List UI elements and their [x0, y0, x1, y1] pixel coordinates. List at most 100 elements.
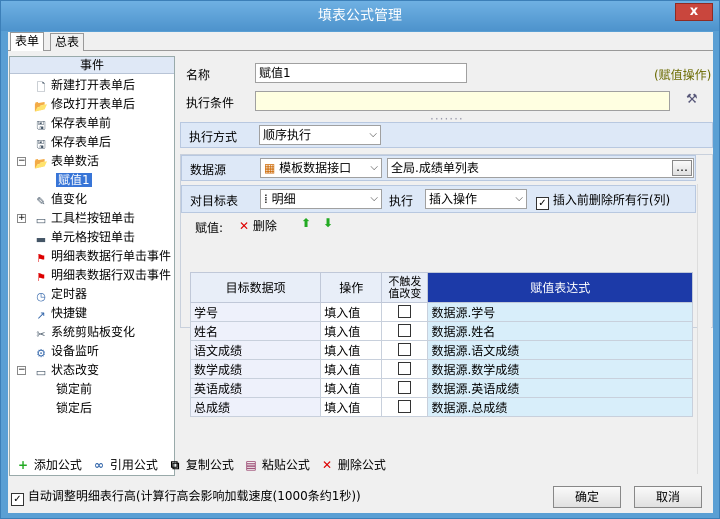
source-path-input[interactable]: 全局.成绩单列表 — [387, 158, 694, 178]
target-item-cell[interactable]: 语文成绩 — [189, 340, 322, 360]
target-item-cell[interactable]: 总成绩 — [189, 397, 322, 417]
tree-expander[interactable]: + — [17, 214, 26, 223]
expression-cell[interactable]: 数据源.总成绩 — [427, 397, 693, 417]
table-row[interactable]: 姓名 填入值 数据源.姓名 — [189, 321, 693, 341]
tree-expander[interactable]: − — [17, 366, 26, 375]
no-trigger-cell[interactable] — [381, 321, 429, 341]
close-button[interactable]: x — [675, 3, 713, 21]
checkbox[interactable] — [398, 343, 412, 356]
checkbox[interactable] — [398, 400, 412, 413]
table-row[interactable]: 英语成绩 填入值 数据源.英语成绩 — [189, 378, 693, 398]
type-hint: (赋值操作) — [654, 68, 712, 82]
table-row[interactable]: 语文成绩 填入值 数据源.语文成绩 — [189, 340, 693, 360]
paste-icon: ▤ — [245, 458, 257, 472]
device-icon: ⚙ — [36, 347, 46, 360]
move-up-icon[interactable]: ⬆ — [301, 216, 311, 230]
checkbox[interactable] — [398, 305, 412, 318]
operation-cell[interactable]: 填入值 — [320, 378, 383, 398]
folder-open-icon: 📂 — [34, 100, 48, 113]
col-target-item: 目标数据项 — [189, 272, 322, 303]
operation-cell[interactable]: 填入值 — [320, 321, 383, 341]
expression-cell[interactable]: 数据源.英语成绩 — [427, 378, 693, 398]
tree-node[interactable]: ◷ 定时器 — [34, 285, 87, 303]
target-select[interactable]: ⁞ 明细 ⌵ — [260, 189, 382, 209]
condition-input[interactable] — [255, 91, 670, 111]
delete-formula-button[interactable]: ✕ 删除公式 — [320, 456, 386, 473]
tree-node-label: 锁定后 — [56, 401, 93, 415]
paste-formula-button[interactable]: ▤ 粘贴公式 — [244, 456, 310, 473]
tree-node[interactable]: 🗋 新建打开表单后 — [34, 76, 135, 94]
delete-row-button[interactable]: ✕ 删除 — [239, 217, 277, 234]
target-item-cell[interactable]: 英语成绩 — [189, 378, 322, 398]
tree-node[interactable]: ✂ 系统剪贴板变化 — [34, 323, 135, 341]
operation-cell[interactable]: 填入值 — [320, 397, 383, 417]
tree-node[interactable]: ↗ 快捷键 — [34, 304, 87, 322]
formula-panel: 名称 赋值1 (赋值操作) 执行条件 ⚒ ······· 执行方式 顺序执行 ⌵ … — [178, 56, 713, 476]
tree-node[interactable]: 锁定前 — [56, 380, 92, 398]
operation-cell[interactable]: 填入值 — [320, 359, 383, 379]
expression-cell[interactable]: 数据源.姓名 — [427, 321, 693, 341]
tree-node[interactable]: 赋值1 — [56, 171, 92, 189]
expression-cell[interactable]: 数据源.数学成绩 — [427, 359, 693, 379]
no-trigger-cell[interactable] — [381, 340, 429, 360]
source-select[interactable]: ▦ 模板数据接口 ⌵ — [260, 158, 382, 178]
exec-mode-select[interactable]: 顺序执行 ⌵ — [259, 125, 381, 145]
tab-summary[interactable]: 总表 — [50, 33, 85, 51]
no-trigger-cell[interactable] — [381, 359, 429, 379]
operation-cell[interactable]: 填入值 — [320, 302, 383, 322]
shortcut-icon: ↗ — [36, 309, 46, 322]
table-row[interactable]: 学号 填入值 数据源.学号 — [189, 302, 693, 322]
checkbox[interactable] — [398, 324, 412, 337]
add-formula-button[interactable]: + 添加公式 — [16, 456, 82, 473]
vertical-scrollbar[interactable] — [697, 184, 711, 474]
auto-height-checkbox[interactable]: ✓ 自动调整明细表行高(计算行高会影响加载速度(1000条约1秒)) — [11, 487, 361, 506]
data-interface-icon: ▦ — [264, 161, 276, 175]
chevron-down-icon: ⌵ — [370, 162, 378, 173]
target-item-cell[interactable]: 数学成绩 — [189, 359, 322, 379]
target-item-cell[interactable]: 学号 — [189, 302, 322, 322]
tree-node[interactable]: ⚑ 明细表数据行双击事件 — [34, 266, 171, 284]
tab-form[interactable]: 表单 — [10, 32, 45, 51]
magic-wand-icon[interactable]: ⚒ — [686, 92, 698, 107]
tree-node[interactable]: ✎ 值变化 — [34, 190, 87, 208]
condition-label: 执行条件 — [186, 96, 235, 110]
tree-node[interactable]: 锁定后 — [56, 399, 92, 417]
tree-node[interactable]: ▭ 状态改变 — [34, 361, 99, 379]
checkbox[interactable] — [398, 381, 412, 394]
clear-rows-checkbox[interactable]: ✓ 插入前删除所有行(列) — [536, 191, 670, 210]
ref-formula-button[interactable]: ∞ 引用公式 — [92, 456, 158, 473]
browse-button[interactable]: … — [672, 160, 692, 176]
tree-node[interactable]: ▬ 单元格按钮单击 — [34, 228, 135, 246]
save-doc-icon: 🖫 — [36, 119, 46, 132]
save-doc-icon: 🖫 — [36, 138, 46, 151]
tree-node[interactable]: ⚑ 明细表数据行单击事件 — [34, 247, 171, 265]
tree-node[interactable]: ▭ 工具栏按钮单击 — [34, 209, 135, 227]
tree-node-label: 设备监听 — [51, 344, 100, 358]
exec-select[interactable]: 插入操作 ⌵ — [425, 189, 527, 209]
no-trigger-cell[interactable] — [381, 397, 429, 417]
ok-button[interactable]: 确定 — [553, 486, 621, 508]
table-row[interactable]: 数学成绩 填入值 数据源.数学成绩 — [189, 359, 693, 379]
expression-cell[interactable]: 数据源.学号 — [427, 302, 693, 322]
checkbox[interactable] — [398, 362, 412, 375]
expression-cell[interactable]: 数据源.语文成绩 — [427, 340, 693, 360]
no-trigger-cell[interactable] — [381, 378, 429, 398]
auto-height-label: 自动调整明细表行高(计算行高会影响加载速度(1000条约1秒)) — [27, 489, 361, 503]
table-row[interactable]: 总成绩 填入值 数据源.总成绩 — [189, 397, 693, 417]
tree-node[interactable]: 📂 表单数活 — [34, 152, 99, 170]
operation-cell[interactable]: 填入值 — [320, 340, 383, 360]
name-input[interactable]: 赋值1 — [255, 63, 467, 83]
source-label: 数据源 — [190, 163, 227, 177]
tree-header: 事件 — [10, 57, 174, 74]
tree-node[interactable]: ⚙ 设备监听 — [34, 342, 99, 360]
tree-node[interactable]: 📂 修改打开表单后 — [34, 95, 135, 113]
tree-node[interactable]: 🖫 保存表单前 — [34, 114, 111, 132]
tree-expander[interactable]: − — [17, 157, 26, 166]
no-trigger-cell[interactable] — [381, 302, 429, 322]
tree-node-label: 保存表单前 — [51, 116, 112, 130]
cancel-button[interactable]: 取消 — [634, 486, 702, 508]
move-down-icon[interactable]: ⬇ — [323, 216, 333, 230]
tree-node[interactable]: 🖫 保存表单后 — [34, 133, 111, 151]
copy-formula-button[interactable]: ⧉ 复制公式 — [168, 456, 234, 473]
target-item-cell[interactable]: 姓名 — [189, 321, 322, 341]
